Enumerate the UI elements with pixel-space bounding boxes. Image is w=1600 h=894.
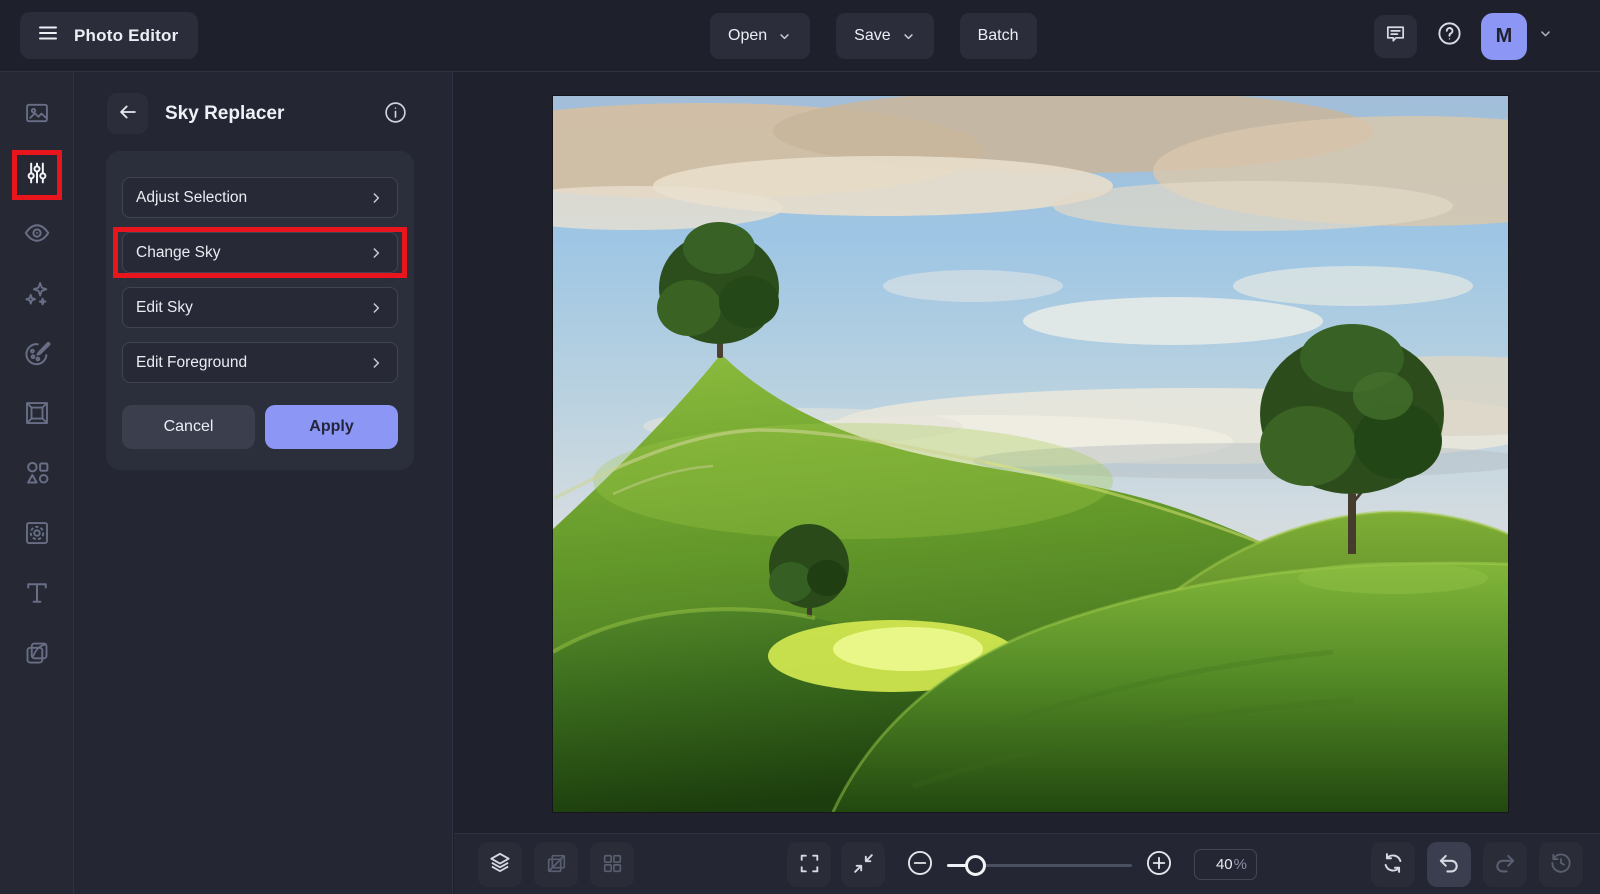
info-button[interactable] [383, 100, 408, 128]
text-icon [22, 578, 52, 613]
history-icon [1548, 850, 1574, 879]
cancel-button[interactable]: Cancel [122, 405, 255, 449]
compare-icon [544, 851, 569, 879]
sliders-icon [23, 159, 51, 192]
fit-screen-icon [851, 851, 876, 879]
avatar-initial: M [1495, 24, 1513, 47]
rotate-icon [1380, 850, 1406, 879]
bottom-toolbar: 40% [454, 833, 1600, 894]
sidebar-item-shapes[interactable] [15, 453, 59, 497]
option-label: Change Sky [136, 243, 221, 261]
history-tools [1371, 842, 1583, 887]
fullscreen-icon [797, 851, 822, 879]
avatar[interactable]: M [1481, 12, 1527, 60]
eye-icon [22, 218, 52, 253]
arrow-left-icon [117, 101, 139, 126]
canvas-area: 40% [454, 72, 1600, 894]
zoom-in-button[interactable] [1144, 843, 1174, 887]
back-button[interactable] [107, 93, 148, 134]
fullscreen-button[interactable] [787, 842, 831, 887]
fit-screen-button[interactable] [841, 842, 885, 887]
sidebar-item-mask[interactable] [15, 513, 59, 557]
option-change-sky[interactable]: Change Sky [113, 227, 407, 278]
zoom-tools: 40% [787, 842, 1257, 887]
option-adjust-selection[interactable]: Adjust Selection [122, 177, 398, 218]
redo-icon [1492, 850, 1518, 879]
chevron-right-icon [368, 190, 384, 206]
sidebar-item-effects[interactable] [15, 273, 59, 317]
chevron-right-icon [368, 355, 384, 371]
panel-title: Sky Replacer [165, 102, 285, 124]
account-menu-button[interactable] [1537, 25, 1554, 47]
shapes-icon [22, 458, 52, 493]
zoom-slider[interactable] [947, 843, 1132, 887]
undo-button[interactable] [1427, 842, 1471, 887]
chevron-right-icon [368, 300, 384, 316]
option-edit-foreground[interactable]: Edit Foreground [122, 342, 398, 383]
save-button[interactable]: Save [836, 13, 934, 59]
chevron-down-icon [777, 29, 792, 44]
help-button[interactable] [1429, 16, 1469, 56]
layers-icon [487, 850, 513, 879]
tool-sidebar [0, 72, 74, 894]
sidebar-item-photos[interactable] [15, 93, 59, 137]
grid-view-button[interactable] [590, 842, 634, 887]
option-label: Adjust Selection [136, 188, 248, 206]
history-button[interactable] [1539, 842, 1583, 887]
chevron-down-icon [901, 29, 916, 44]
photo-preview [553, 96, 1508, 812]
chevron-down-icon [1537, 25, 1554, 47]
layer-tools [478, 842, 634, 887]
header-right: M [1374, 0, 1554, 72]
help-icon [1436, 20, 1463, 52]
plus-circle-icon [1145, 849, 1173, 880]
sidebar-item-frame[interactable] [15, 393, 59, 437]
zoom-value: 40 [1215, 856, 1233, 873]
minus-circle-icon [906, 849, 934, 880]
option-label: Edit Foreground [136, 353, 248, 371]
photo-editor-app: Photo Editor Open Save Batch M Sky Repla… [0, 0, 1600, 894]
sky-replacer-panel: Sky Replacer Adjust Selection Change Sky [74, 72, 453, 894]
hamburger-icon [36, 21, 60, 50]
sidebar-item-preview[interactable] [15, 213, 59, 257]
apply-button[interactable]: Apply [265, 405, 398, 449]
option-label: Edit Sky [136, 298, 193, 316]
info-icon [383, 100, 408, 128]
zoom-out-button[interactable] [905, 843, 935, 887]
grid-icon [600, 851, 625, 879]
rotate-button[interactable] [1371, 842, 1415, 887]
app-title: Photo Editor [74, 25, 179, 45]
header-actions: Open Save Batch [710, 13, 1037, 59]
palette-icon [22, 338, 52, 373]
compare-button[interactable] [534, 842, 578, 887]
main-menu-button[interactable]: Photo Editor [20, 12, 199, 59]
feedback-icon [1384, 22, 1407, 50]
open-button[interactable]: Open [710, 13, 811, 59]
undo-icon [1436, 850, 1462, 879]
blend-icon [22, 638, 52, 673]
feedback-button[interactable] [1374, 14, 1417, 58]
header: Photo Editor Open Save Batch M [0, 0, 1600, 72]
zoom-slider-knob[interactable] [964, 854, 986, 876]
frame-icon [22, 398, 52, 433]
redo-button[interactable] [1483, 842, 1527, 887]
chevron-right-icon [368, 245, 384, 261]
sparkles-icon [22, 278, 52, 313]
image-icon [23, 99, 51, 132]
landscape-photo [553, 96, 1508, 812]
sidebar-item-blend[interactable] [15, 633, 59, 677]
sidebar-item-color[interactable] [15, 333, 59, 377]
sidebar-item-adjustments[interactable] [11, 150, 62, 200]
zoom-level-input[interactable]: 40% [1194, 849, 1257, 880]
zoom-unit: % [1233, 856, 1247, 873]
option-edit-sky[interactable]: Edit Sky [122, 287, 398, 328]
layers-button[interactable] [478, 842, 522, 887]
batch-button[interactable]: Batch [959, 13, 1037, 59]
sky-replacer-card: Adjust Selection Change Sky Edit Sky Edi… [106, 151, 414, 470]
panel-header: Sky Replacer [107, 93, 408, 134]
mask-icon [22, 518, 52, 553]
sidebar-item-text[interactable] [15, 573, 59, 617]
card-actions: Cancel Apply [122, 405, 398, 449]
